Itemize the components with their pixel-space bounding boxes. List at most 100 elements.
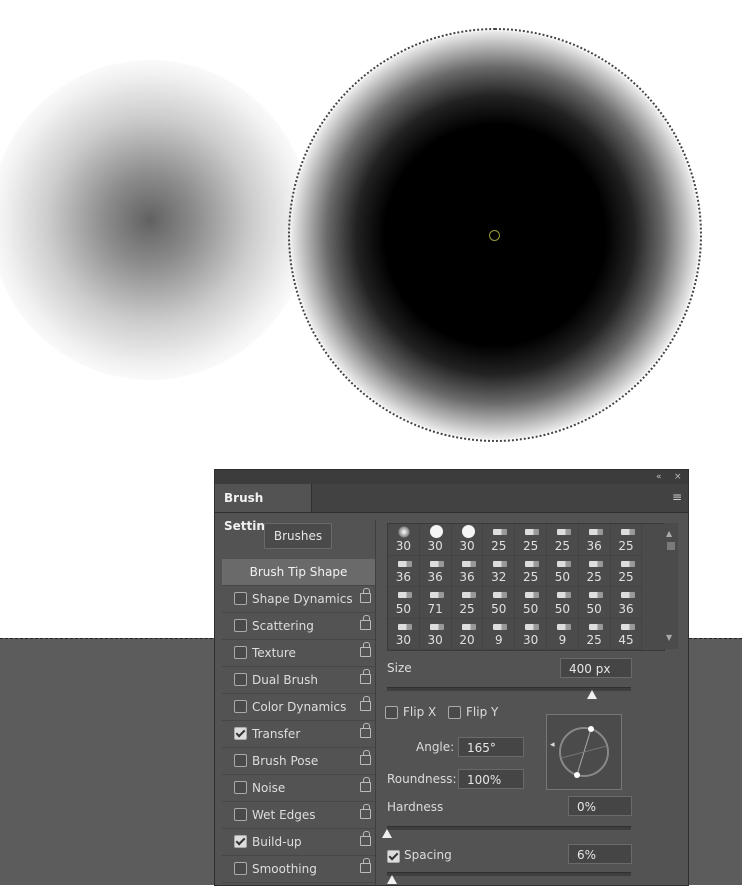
brush-preset[interactable]: 9 [546, 618, 579, 650]
brush-preset[interactable]: 36 [451, 555, 484, 587]
brush-tip-icon [493, 623, 508, 630]
brush-preset[interactable]: 25 [451, 587, 484, 619]
brush-option-item[interactable]: Texture [222, 640, 375, 667]
flip-y-checkbox[interactable] [448, 706, 461, 719]
brush-option-item[interactable]: Dual Brush [222, 667, 375, 694]
lock-icon[interactable] [360, 858, 371, 873]
brush-option-checkbox[interactable] [234, 700, 247, 713]
brush-option-checkbox[interactable] [234, 646, 247, 659]
lock-icon[interactable] [360, 750, 371, 765]
size-slider-knob[interactable] [586, 690, 597, 699]
close-panel-icon[interactable]: × [674, 470, 682, 484]
brush-option-checkbox[interactable] [234, 754, 247, 767]
brush-option-checkbox[interactable] [234, 619, 247, 632]
brush-option-item[interactable]: Build-up [222, 829, 375, 856]
tab-brush-settings[interactable]: Brush Settings [215, 484, 312, 533]
spacing-field[interactable]: 6% [568, 844, 632, 864]
brush-tip-icon [429, 623, 444, 630]
brush-preset[interactable]: 50 [388, 587, 420, 619]
brush-tip-icon [461, 592, 476, 598]
scroll-down-icon[interactable]: ▼ [666, 633, 672, 642]
brush-preset[interactable]: 25 [610, 555, 643, 587]
brush-preset[interactable]: 36 [578, 524, 611, 556]
brush-preset[interactable]: 30 [515, 618, 547, 650]
brush-preset[interactable]: 25 [546, 524, 579, 556]
lock-icon[interactable] [360, 804, 371, 819]
size-field[interactable]: 400 px [560, 658, 632, 678]
brush-preset[interactable]: 50 [483, 587, 516, 619]
brush-preset[interactable]: 30 [388, 618, 420, 650]
brush-preset[interactable]: 25 [483, 524, 516, 556]
brush-tip-icon [429, 560, 444, 567]
brush-preset[interactable]: 50 [546, 555, 579, 587]
brush-preset[interactable]: 50 [515, 587, 547, 619]
angle-roundness-widget[interactable] [546, 714, 622, 790]
scroll-up-icon[interactable]: ▲ [666, 529, 672, 538]
brush-preset[interactable]: 36 [610, 587, 643, 619]
brush-option-checkbox[interactable] [234, 835, 247, 848]
brushes-button[interactable]: Brushes [264, 523, 332, 549]
brush-preset[interactable]: 9 [483, 618, 516, 650]
brush-preset[interactable]: 30 [451, 524, 484, 556]
lock-icon[interactable] [360, 831, 371, 846]
brush-option-item[interactable]: Transfer [222, 721, 375, 748]
brush-preset[interactable]: 25 [515, 524, 547, 556]
hardness-slider-track[interactable] [387, 826, 631, 830]
brush-preset[interactable]: 32 [483, 555, 516, 587]
brush-preset[interactable]: 45 [610, 618, 643, 650]
brush-preset[interactable]: 30 [419, 618, 452, 650]
hardness-label: Hardness [387, 800, 444, 814]
brush-preset[interactable]: 30 [388, 524, 420, 556]
lock-icon[interactable] [360, 669, 371, 684]
lock-icon[interactable] [360, 615, 371, 630]
brush-preset[interactable]: 71 [419, 587, 452, 619]
brush-option-item[interactable]: Color Dynamics [222, 694, 375, 721]
spacing-checkbox[interactable] [387, 850, 400, 863]
brush-preset[interactable]: 36 [419, 555, 452, 587]
brush-option-item[interactable]: Noise [222, 775, 375, 802]
collapse-panel-icon[interactable]: « [656, 470, 662, 484]
lock-icon[interactable] [360, 777, 371, 792]
brush-preset-size: 9 [494, 633, 503, 647]
angle-field[interactable]: 165° [458, 737, 524, 757]
brush-option-label: Scattering [252, 619, 314, 633]
brush-option-item[interactable]: Brush Pose [222, 748, 375, 775]
brush-option-checkbox[interactable] [234, 727, 247, 740]
roundness-label: Roundness: [387, 772, 457, 786]
panel-title-bar[interactable]: « × [215, 470, 688, 484]
brush-preset[interactable]: 25 [578, 618, 611, 650]
brush-option-item[interactable]: Shape Dynamics [222, 586, 375, 613]
brush-preset[interactable]: 20 [451, 618, 484, 650]
lock-icon[interactable] [360, 642, 371, 657]
brush-option-item[interactable]: Wet Edges [222, 802, 375, 829]
brush-preset[interactable]: 30 [419, 524, 452, 556]
brush-preset[interactable]: 25 [610, 524, 643, 556]
flip-x-checkbox[interactable] [385, 706, 398, 719]
brush-preset[interactable]: 25 [515, 555, 547, 587]
scroll-thumb[interactable] [667, 542, 675, 550]
brush-preset[interactable]: 50 [546, 587, 579, 619]
brush-option-checkbox[interactable] [234, 862, 247, 875]
brush-option-checkbox[interactable] [234, 592, 247, 605]
brush-preset[interactable]: 25 [578, 555, 611, 587]
roundness-field[interactable]: 100% [458, 769, 524, 789]
hardness-slider-knob[interactable] [382, 829, 392, 838]
brush-option-item[interactable]: Brush Tip Shape [222, 559, 375, 586]
spacing-slider-knob[interactable] [386, 875, 397, 884]
lock-icon[interactable] [360, 723, 371, 738]
brush-preset[interactable]: 36 [388, 555, 420, 587]
brush-option-checkbox[interactable] [234, 781, 247, 794]
lock-icon[interactable] [360, 588, 371, 603]
preset-scrollbar[interactable]: ▲ ▼ [664, 523, 678, 649]
brush-option-item[interactable]: Scattering [222, 613, 375, 640]
spacing-slider-track[interactable] [387, 872, 631, 876]
lock-icon[interactable] [360, 696, 371, 711]
brush-preset-size: 50 [522, 601, 539, 616]
panel-menu-icon[interactable]: ≡ [672, 490, 682, 504]
brush-option-checkbox[interactable] [234, 673, 247, 686]
brush-preset[interactable]: 50 [578, 587, 611, 619]
brush-tip-icon [398, 560, 412, 567]
brush-option-item[interactable]: Smoothing [222, 856, 375, 883]
brush-option-checkbox[interactable] [234, 808, 247, 821]
hardness-field[interactable]: 0% [568, 796, 632, 816]
